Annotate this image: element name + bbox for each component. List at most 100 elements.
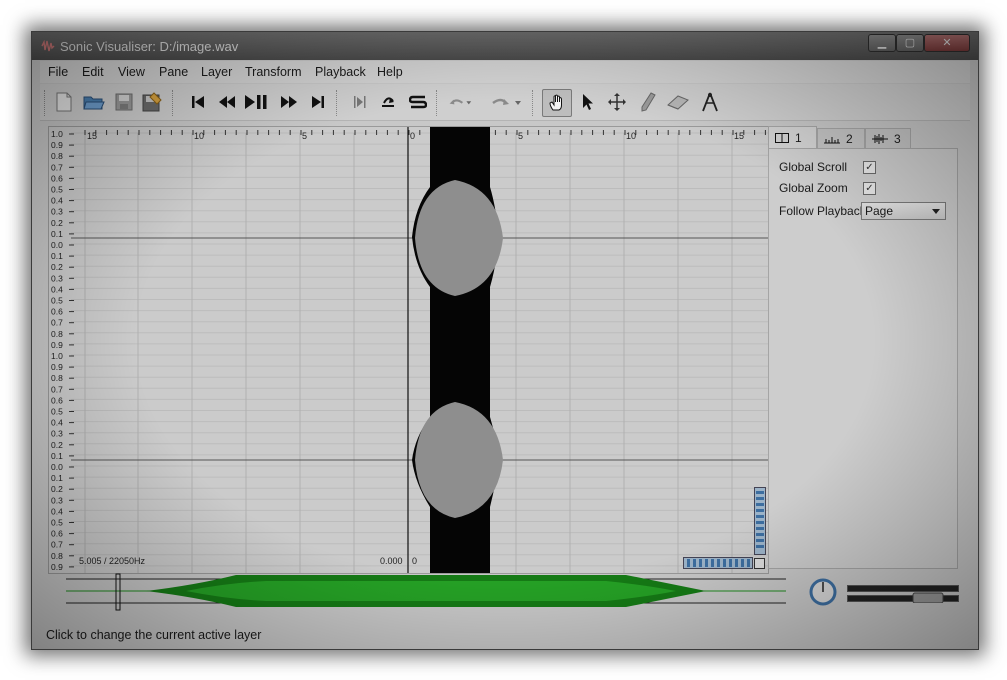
loop-playback-icon[interactable] — [376, 90, 400, 114]
fast-forward-end-icon[interactable] — [306, 90, 330, 114]
follow-playback-select[interactable]: Page — [861, 202, 946, 220]
amplitude-label: 0.9 — [51, 362, 63, 372]
solo-icon[interactable] — [406, 90, 430, 114]
app-window: Sonic Visualiser: D:/image.wav ▁ ▢ ✕ Fil… — [31, 31, 979, 650]
waveform-canvas[interactable]: 15 10 5 0 5 10 151.00.90.80.70.60.50.40.30.20.… — [49, 127, 768, 573]
menu-pane[interactable]: Pane — [159, 65, 188, 79]
playhead-time-label: 0.000 — [380, 556, 403, 566]
navigate-hand-icon[interactable] — [542, 89, 572, 117]
follow-playback-label: Follow Playback — [779, 204, 866, 218]
rewind-start-icon[interactable] — [186, 90, 210, 114]
chevron-down-icon — [932, 209, 940, 214]
amplitude-label: 0.4 — [51, 418, 63, 428]
toolbar — [40, 84, 970, 121]
amplitude-label: 1.0 — [51, 129, 63, 139]
amplitude-label: 0.7 — [51, 540, 63, 550]
amplitude-label: 1.0 — [51, 351, 63, 361]
menu-file[interactable]: File — [48, 65, 68, 79]
overview-waveform[interactable] — [66, 571, 786, 615]
amplitude-label: 0.8 — [51, 151, 63, 161]
global-zoom-checkbox[interactable]: ✓ — [863, 182, 876, 195]
minimize-button[interactable]: ▁ — [868, 34, 896, 52]
menu-transform[interactable]: Transform — [245, 65, 302, 79]
properties-body: Global Scroll ✓ Global Zoom ✓ Follow Pla… — [768, 148, 958, 569]
amplitude-label: 0.8 — [51, 373, 63, 383]
overview-rms — [186, 581, 676, 601]
menu-view[interactable]: View — [118, 65, 145, 79]
maximize-button[interactable]: ▢ — [896, 34, 924, 52]
tab-time-ruler[interactable]: 2 — [817, 128, 865, 148]
save-as-icon[interactable] — [140, 90, 164, 114]
follow-playback-value: Page — [865, 204, 894, 218]
amplitude-label: 0.7 — [51, 384, 63, 394]
horizontal-zoom-wheel[interactable] — [683, 557, 753, 569]
play-pause-icon[interactable] — [244, 90, 268, 114]
new-file-icon[interactable] — [52, 90, 76, 114]
minimize-icon: ▁ — [877, 37, 887, 49]
amplitude-label: 0.8 — [51, 551, 63, 561]
amplitude-label: 0.1 — [51, 251, 63, 261]
erase-icon[interactable] — [666, 90, 690, 114]
menu-edit[interactable]: Edit — [82, 65, 104, 79]
amplitude-label: 0.3 — [51, 273, 63, 283]
overview-panel[interactable] — [66, 571, 786, 615]
fast-forward-icon[interactable] — [277, 90, 301, 114]
checkmark-icon: ✓ — [865, 183, 874, 194]
close-button[interactable]: ✕ — [924, 34, 970, 52]
redo-icon[interactable] — [486, 90, 526, 114]
amplitude-label: 0.9 — [51, 562, 63, 572]
amplitude-label: 0.9 — [51, 340, 63, 350]
playback-gain-slider[interactable] — [847, 585, 959, 603]
tab-pane[interactable]: 1 — [768, 126, 817, 148]
move-icon[interactable] — [605, 90, 629, 114]
undo-icon[interactable] — [448, 90, 472, 114]
time-ruler-label: 5 — [302, 131, 307, 141]
time-ruler-label: 0 — [410, 131, 415, 141]
amplitude-label: 0.0 — [51, 240, 63, 250]
close-icon: ✕ — [942, 37, 952, 49]
save-icon[interactable] — [112, 90, 136, 114]
time-ruler-label: 10 — [626, 131, 636, 141]
amplitude-label: 0.8 — [51, 329, 63, 339]
waveform-pane[interactable]: 15 10 5 0 5 10 15 1.0 0.9 0.8 0.7 0.6 0.5 0.4 0.3 0.2 0.… — [48, 126, 769, 574]
amplitude-label: 0.1 — [51, 229, 63, 239]
toolbar-separator — [532, 90, 535, 116]
global-zoom-label: Global Zoom — [779, 181, 848, 195]
title-bar: Sonic Visualiser: D:/image.wav ▁ ▢ ✕ — [32, 32, 978, 60]
amplitude-label: 0.5 — [51, 296, 63, 306]
tab-pane-label: 1 — [795, 130, 802, 145]
amplitude-label: 0.6 — [51, 529, 63, 539]
menu-bar: File Edit View Pane Layer Transform Play… — [40, 61, 970, 83]
vertical-zoom-wheel[interactable] — [754, 487, 766, 555]
constrain-playback-icon[interactable] — [348, 90, 372, 114]
global-scroll-label: Global Scroll — [779, 160, 848, 174]
amplitude-label: 0.2 — [51, 440, 63, 450]
playback-speed-dial[interactable] — [808, 577, 838, 607]
amplitude-label: 0.9 — [51, 140, 63, 150]
measure-icon[interactable] — [698, 90, 722, 114]
amplitude-label: 0.2 — [51, 484, 63, 494]
maximize-icon: ▢ — [904, 37, 916, 49]
amplitude-label: 0.1 — [51, 473, 63, 483]
draw-pencil-icon[interactable] — [636, 90, 660, 114]
zoom-reset-button[interactable] — [754, 558, 765, 569]
app-logo-icon — [41, 40, 55, 52]
select-arrow-icon[interactable] — [576, 90, 600, 114]
menu-help[interactable]: Help — [377, 65, 403, 79]
menu-playback[interactable]: Playback — [315, 65, 366, 79]
menu-layer[interactable]: Layer — [201, 65, 232, 79]
amplitude-label: 0.2 — [51, 218, 63, 228]
amplitude-label: 0.6 — [51, 395, 63, 405]
time-ruler-label: 5 — [518, 131, 523, 141]
open-folder-icon[interactable] — [82, 90, 106, 114]
global-scroll-checkbox[interactable]: ✓ — [863, 161, 876, 174]
tab-waveform[interactable]: 3 — [865, 128, 911, 148]
amplitude-label: 0.5 — [51, 185, 63, 195]
amplitude-label: 0.3 — [51, 429, 63, 439]
rewind-icon[interactable] — [215, 90, 239, 114]
time-ruler-label: 10 — [194, 131, 204, 141]
amplitude-label: 0.6 — [51, 173, 63, 183]
amplitude-label: 0.5 — [51, 518, 63, 528]
amplitude-label: 0.1 — [51, 451, 63, 461]
time-ruler-label: 15 — [734, 131, 744, 141]
